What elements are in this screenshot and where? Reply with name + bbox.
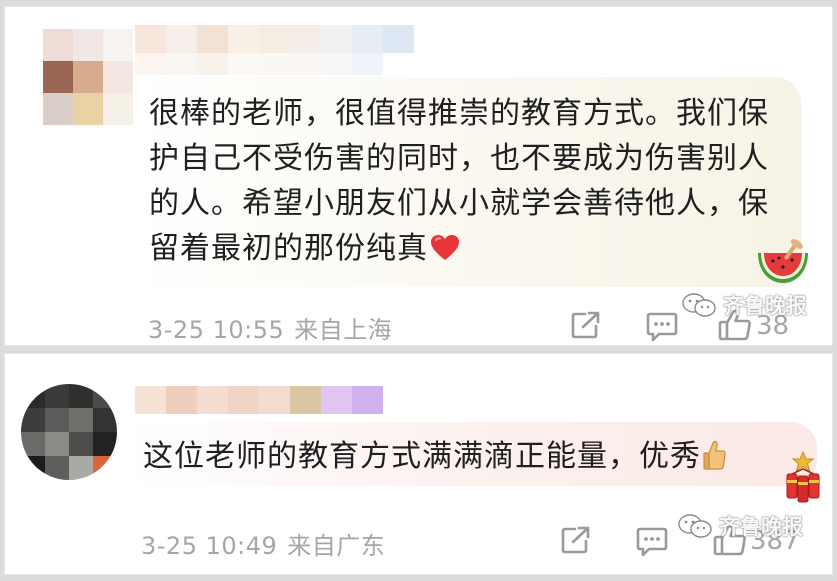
- comment-meta: 3-25 10:49 来自广东: [141, 526, 385, 561]
- username[interactable]: [135, 386, 383, 414]
- share-button[interactable]: [561, 526, 591, 554]
- watermelon-sticker: [758, 239, 808, 283]
- comment-text: 这位老师的教育方式满满滴正能量，优秀: [143, 434, 797, 479]
- comment-card: 很棒的老师，很值得推崇的教育方式。我们保护自己不受伤害的同时，也不要成为伤害别人…: [4, 6, 833, 346]
- comment-time: 3-25 10:55: [148, 316, 285, 344]
- thumbs-up-emoji: [703, 440, 726, 470]
- reply-button[interactable]: [646, 312, 678, 342]
- comment-location: 来自广东: [287, 532, 386, 560]
- avatar[interactable]: [21, 384, 117, 480]
- username[interactable]: [135, 25, 414, 53]
- firecracker-sticker: [786, 450, 820, 503]
- comment-text: 很棒的老师，很值得推崇的教育方式。我们保护自己不受伤害的同时，也不要成为伤害别人…: [149, 96, 769, 266]
- comment-meta: 3-25 10:55 来自上海: [148, 310, 392, 345]
- comment-bubble: 很棒的老师，很值得推崇的教育方式。我们保护自己不受伤害的同时，也不要成为伤害别人…: [133, 77, 801, 287]
- share-icon: [571, 311, 600, 339]
- avatar[interactable]: [43, 29, 133, 125]
- watermark: 齐鲁晚报: [677, 511, 803, 541]
- comment-time: 3-25 10:49: [141, 532, 278, 560]
- comment-bubble: 这位老师的教育方式满满滴正能量，优秀: [127, 422, 817, 486]
- share-button[interactable]: [571, 311, 601, 339]
- wechat-icon: [682, 293, 716, 317]
- username-blur: [135, 53, 383, 75]
- watermark-text: 齐鲁晚报: [723, 294, 807, 318]
- comment-icon: [646, 312, 678, 342]
- share-icon: [561, 526, 590, 554]
- watermark-text: 齐鲁晚报: [719, 515, 803, 539]
- heart-icon: [431, 235, 459, 260]
- reply-button[interactable]: [636, 527, 668, 557]
- comment-location: 来自上海: [294, 316, 393, 344]
- wechat-icon: [678, 514, 712, 538]
- comment-screenshot: 很棒的老师，很值得推崇的教育方式。我们保护自己不受伤害的同时，也不要成为伤害别人…: [0, 0, 837, 581]
- comment-icon: [636, 527, 668, 557]
- comment-card: 这位老师的教育方式满满滴正能量，优秀 3-25 10:49 来自广东 387 齐…: [4, 353, 833, 575]
- watermark: 齐鲁晚报: [681, 290, 807, 320]
